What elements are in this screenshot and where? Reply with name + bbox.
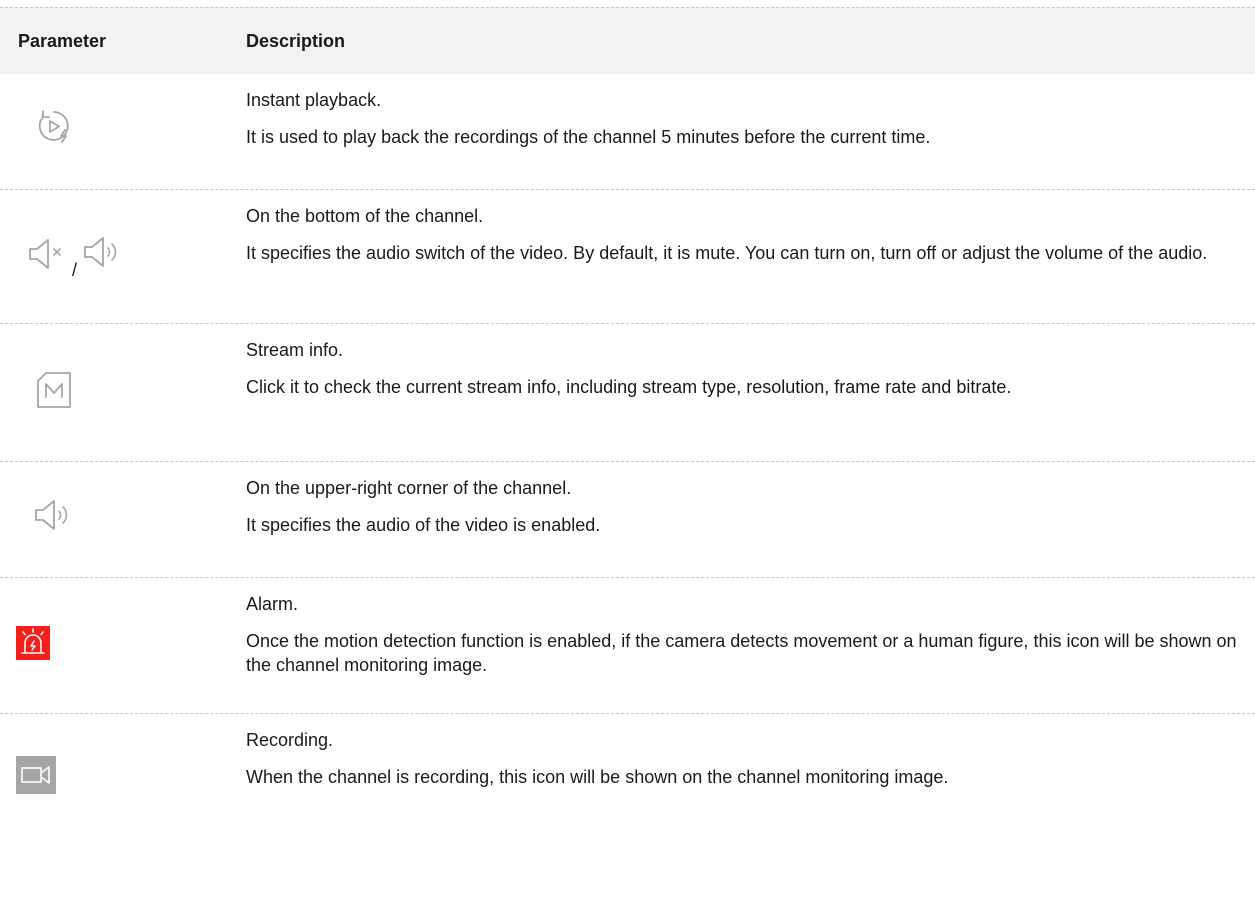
description-title: On the bottom of the channel. bbox=[246, 206, 484, 226]
table-row: / On the bottom of the channel. It speci… bbox=[0, 190, 1255, 324]
parameter-cell bbox=[0, 462, 246, 577]
parameter-cell bbox=[0, 324, 246, 461]
audio-icon-pair: / bbox=[26, 234, 123, 280]
description-title: Instant playback. bbox=[246, 90, 382, 110]
audio-mute-icon bbox=[26, 234, 68, 274]
parameter-table: Parameter Description Instant playback. … bbox=[0, 7, 1255, 844]
description-title: Alarm. bbox=[246, 594, 299, 614]
description-cell: On the bottom of the channel. It specifi… bbox=[246, 190, 1255, 323]
table-row: On the upper-right corner of the channel… bbox=[0, 462, 1255, 578]
description-cell: Alarm. Once the motion detection functio… bbox=[246, 578, 1255, 713]
description-body: It is used to play back the recordings o… bbox=[246, 127, 931, 147]
description-body: Click it to check the current stream inf… bbox=[246, 377, 1012, 397]
parameter-cell: / bbox=[0, 190, 246, 323]
description-title: Stream info. bbox=[246, 340, 344, 360]
parameter-cell bbox=[0, 714, 246, 844]
description-body: It specifies the audio of the video is e… bbox=[246, 515, 601, 535]
table-row: Alarm. Once the motion detection functio… bbox=[0, 578, 1255, 714]
table-row: Stream info. Click it to check the curre… bbox=[0, 324, 1255, 462]
header-description: Description bbox=[246, 30, 346, 51]
description-cell: Recording. When the channel is recording… bbox=[246, 714, 1255, 844]
description-cell: Stream info. Click it to check the curre… bbox=[246, 324, 1255, 461]
audio-enabled-icon bbox=[32, 497, 74, 537]
description-cell: Instant playback. It is used to play bac… bbox=[246, 74, 1255, 189]
icon-separator: / bbox=[72, 259, 78, 280]
parameter-cell bbox=[0, 74, 246, 189]
description-title: On the upper-right corner of the channel… bbox=[246, 478, 572, 498]
recording-icon bbox=[16, 756, 56, 794]
description-body: When the channel is recording, this icon… bbox=[246, 767, 949, 787]
table-row: Instant playback. It is used to play bac… bbox=[0, 74, 1255, 190]
parameter-cell bbox=[0, 578, 246, 713]
table-header: Parameter Description bbox=[0, 7, 1255, 74]
instant-playback-icon bbox=[34, 107, 74, 147]
description-cell: On the upper-right corner of the channel… bbox=[246, 462, 1255, 577]
description-body: It specifies the audio switch of the vid… bbox=[246, 243, 1208, 263]
table-row: Recording. When the channel is recording… bbox=[0, 714, 1255, 844]
audio-on-icon bbox=[81, 234, 123, 274]
description-title: Recording. bbox=[246, 730, 334, 750]
alarm-icon bbox=[16, 625, 50, 660]
description-body: Once the motion detection function is en… bbox=[246, 631, 1237, 675]
header-parameter: Parameter bbox=[18, 30, 107, 51]
stream-info-icon bbox=[32, 368, 76, 412]
